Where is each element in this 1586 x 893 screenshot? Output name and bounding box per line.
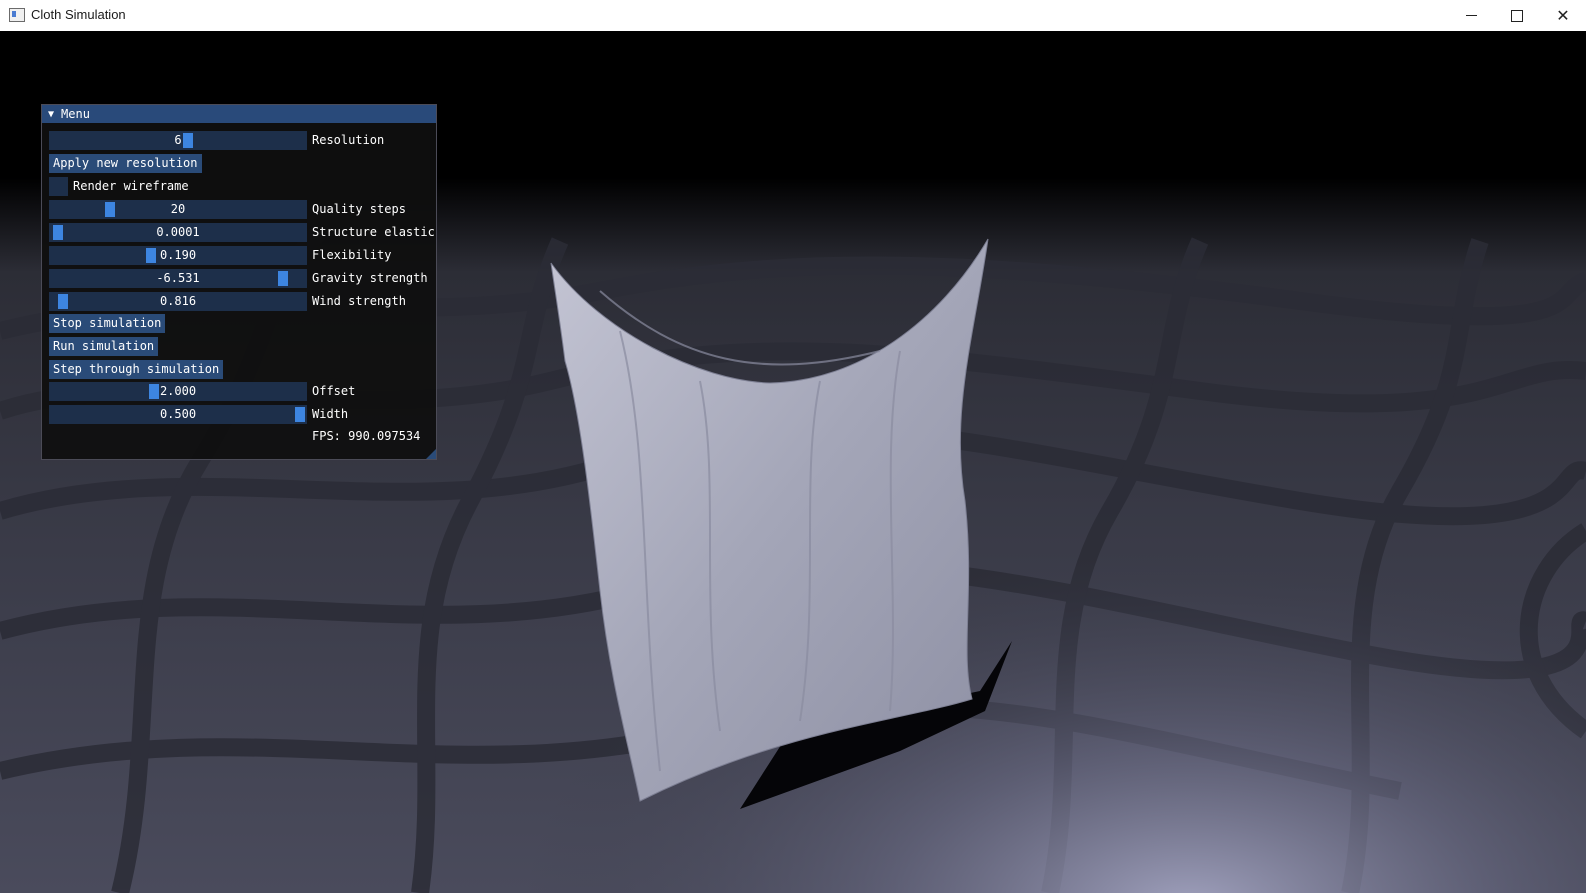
structure-elasticity-slider[interactable]: 0.0001 [49, 223, 307, 242]
menu-title: Menu [61, 107, 90, 121]
gravity-strength-label: Gravity strength [312, 271, 428, 285]
maximize-button[interactable] [1494, 0, 1540, 31]
width-slider[interactable]: 0.500 [49, 405, 307, 424]
quality-steps-slider[interactable]: 20 [49, 200, 307, 219]
window-title-bar: Cloth Simulation ✕ [0, 0, 1586, 32]
flexibility-value: 0.190 [159, 248, 197, 262]
quality-steps-value: 20 [170, 202, 186, 216]
menu-panel: ▼ Menu 6 Resolution Apply new resolution… [41, 104, 437, 460]
flexibility-label: Flexibility [312, 248, 392, 262]
offset-slider[interactable]: 2.000 [49, 382, 307, 401]
app-window-icon [9, 8, 25, 22]
resolution-slider[interactable]: 6 [49, 131, 307, 150]
resize-grip[interactable] [426, 449, 436, 459]
minimize-icon [1465, 15, 1477, 16]
maximize-icon [1511, 9, 1523, 22]
offset-label: Offset [312, 384, 356, 398]
menu-title-bar[interactable]: ▼ Menu [42, 105, 436, 123]
step-simulation-button[interactable]: Step through simulation [49, 360, 224, 379]
width-value: 0.500 [159, 407, 197, 421]
resolution-label: Resolution [312, 133, 385, 147]
window-title: Cloth Simulation [31, 7, 126, 22]
minimize-button[interactable] [1448, 0, 1494, 31]
stop-simulation-button[interactable]: Stop simulation [49, 314, 166, 333]
wind-strength-slider[interactable]: 0.816 [49, 292, 307, 311]
wireframe-label: Render wireframe [73, 179, 189, 193]
resolution-value: 6 [174, 133, 182, 147]
offset-value: 2.000 [159, 384, 197, 398]
apply-resolution-button[interactable]: Apply new resolution [49, 154, 202, 173]
gravity-strength-slider[interactable]: -6.531 [49, 269, 307, 288]
collapse-arrow-icon[interactable]: ▼ [48, 109, 54, 120]
wireframe-checkbox[interactable] [49, 177, 68, 196]
width-label: Width [312, 407, 349, 421]
gravity-strength-value: -6.531 [156, 271, 200, 285]
run-simulation-button[interactable]: Run simulation [49, 337, 159, 356]
fps-readout: FPS: 990.097534 [312, 429, 421, 443]
close-button[interactable]: ✕ [1540, 0, 1586, 31]
close-icon: ✕ [1556, 7, 1570, 25]
flexibility-slider[interactable]: 0.190 [49, 246, 307, 265]
wind-strength-label: Wind strength [312, 294, 406, 308]
structure-elasticity-label: Structure elastici [312, 225, 434, 239]
structure-elasticity-value: 0.0001 [156, 225, 200, 239]
quality-steps-label: Quality steps [312, 202, 406, 216]
wind-strength-value: 0.816 [159, 294, 197, 308]
